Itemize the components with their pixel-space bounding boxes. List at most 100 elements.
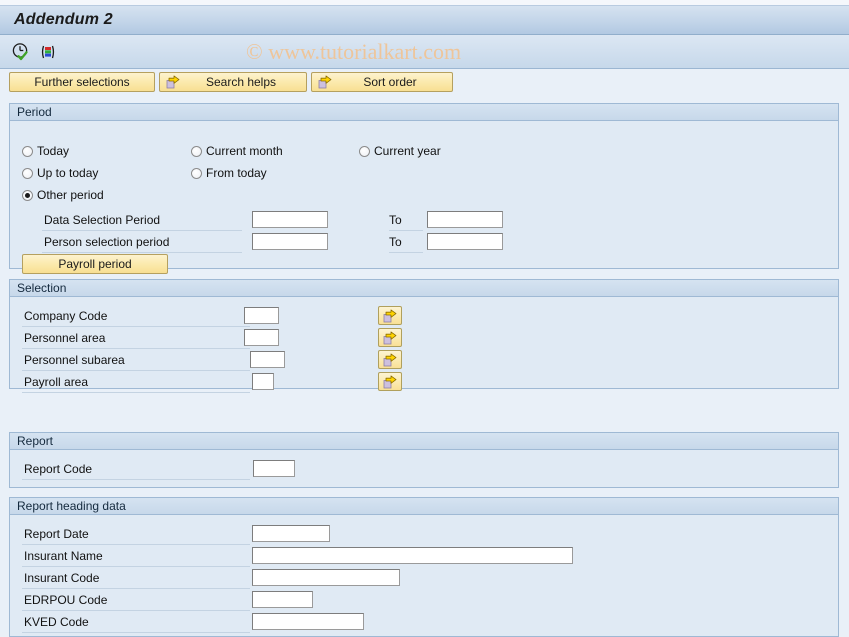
company-code-select-button[interactable] (378, 306, 402, 325)
kved-code-label: KVED Code (22, 611, 250, 633)
insurant-name-input[interactable] (252, 547, 573, 564)
report-heading-group-header: Report heading data (10, 498, 838, 515)
radio-current-year[interactable]: Current year (359, 143, 441, 159)
report-heading-group-body: Report Date Insurant Name Insurant Code … (10, 515, 838, 636)
radio-from-today-label: From today (206, 166, 267, 180)
report-date-row: Report Date (22, 523, 250, 545)
payroll-period-label: Payroll period (58, 257, 132, 271)
payroll-period-button[interactable]: Payroll period (22, 254, 168, 274)
report-code-label: Report Code (22, 458, 250, 480)
personnel-subarea-row: Personnel subarea (22, 349, 250, 371)
arrow-right-icon (383, 353, 397, 366)
selection-group-header: Selection (10, 280, 838, 297)
payroll-area-select-button[interactable] (378, 372, 402, 391)
report-group-title: Report (17, 434, 54, 448)
period-group-header: Period (10, 104, 838, 121)
sort-order-button[interactable]: Sort order (311, 72, 453, 92)
kved-code-row: KVED Code (22, 611, 250, 633)
period-group-title: Period (17, 105, 52, 119)
radio-dot (191, 145, 202, 157)
report-group: Report Report Code (9, 432, 839, 488)
application-toolbar: © www.tutorialkart.com (0, 35, 849, 69)
further-selections-button[interactable]: Further selections (9, 72, 155, 92)
radio-other-period[interactable]: Other period (22, 187, 104, 203)
clock-check-icon[interactable] (11, 42, 31, 62)
period-group: Period Today Current month Current year … (9, 103, 839, 274)
radio-up-to-today-label: Up to today (37, 166, 99, 180)
personnel-subarea-select-button[interactable] (378, 350, 402, 369)
further-selections-label: Further selections (34, 75, 130, 89)
personnel-area-select-button[interactable] (378, 328, 402, 347)
arrow-right-icon (166, 75, 180, 89)
payroll-area-label: Payroll area (22, 371, 250, 393)
radio-dot-selected (22, 189, 33, 201)
report-group-header: Report (10, 433, 838, 450)
personnel-area-input[interactable] (244, 329, 279, 346)
personnel-area-label: Personnel area (22, 327, 250, 349)
personnel-area-row: Personnel area (22, 327, 250, 349)
color-bars-icon[interactable] (38, 42, 58, 62)
company-code-row: Company Code (22, 305, 250, 327)
search-helps-label: Search helps (205, 75, 277, 89)
radio-other-period-label: Other period (37, 188, 104, 202)
radio-dot (359, 145, 370, 157)
insurant-code-row: Insurant Code (22, 567, 250, 589)
arrow-right-icon (383, 375, 397, 388)
radio-dot (191, 167, 202, 179)
sort-order-label: Sort order (363, 75, 417, 89)
radio-from-today[interactable]: From today (191, 165, 267, 181)
edrpou-code-label: EDRPOU Code (22, 589, 250, 611)
page-title: Addendum 2 (14, 11, 113, 28)
kved-code-input[interactable] (252, 613, 364, 630)
insurant-name-label: Insurant Name (22, 545, 250, 567)
report-date-input[interactable] (252, 525, 330, 542)
insurant-code-input[interactable] (252, 569, 400, 586)
payroll-area-input[interactable] (252, 373, 274, 390)
period-group-body: Today Current month Current year Up to t… (10, 121, 838, 274)
title-bar: Addendum 2 (0, 6, 849, 35)
edrpou-code-row: EDRPOU Code (22, 589, 250, 611)
arrow-right-icon (383, 331, 397, 344)
selection-group-title: Selection (17, 281, 67, 295)
radio-today[interactable]: Today (22, 143, 69, 159)
data-selection-period-to-label: To (389, 209, 423, 231)
insurant-code-label: Insurant Code (22, 567, 250, 589)
report-code-row: Report Code (22, 458, 250, 480)
arrow-right-icon (383, 309, 397, 322)
report-group-body: Report Code (10, 450, 838, 487)
arrow-right-icon (318, 75, 332, 89)
person-selection-period-from-input[interactable] (252, 233, 328, 250)
radio-dot (22, 145, 33, 157)
radio-dot (22, 167, 33, 179)
radio-current-month-label: Current month (206, 144, 283, 158)
radio-current-month[interactable]: Current month (191, 143, 283, 159)
person-selection-period-to-input[interactable] (427, 233, 503, 250)
data-selection-period-from-input[interactable] (252, 211, 328, 228)
data-selection-period-label: Data Selection Period (42, 209, 242, 231)
person-selection-period-row: Person selection period (42, 231, 242, 253)
payroll-area-row: Payroll area (22, 371, 250, 393)
radio-up-to-today[interactable]: Up to today (22, 165, 98, 181)
edrpou-code-input[interactable] (252, 591, 313, 608)
sap-selection-screen: Addendum 2 © www.tutorialkart.com Furthe… (0, 0, 849, 637)
radio-today-label: Today (37, 144, 70, 158)
report-heading-group-title: Report heading data (17, 499, 126, 513)
personnel-subarea-label: Personnel subarea (22, 349, 250, 371)
report-date-label: Report Date (22, 523, 250, 545)
watermark-text: © www.tutorialkart.com (246, 38, 462, 64)
selection-group-body: Company Code Personnel area Personnel su… (10, 297, 838, 393)
report-heading-group: Report heading data Report Date Insurant… (9, 497, 839, 637)
data-selection-period-to-input[interactable] (427, 211, 503, 228)
search-helps-button[interactable]: Search helps (159, 72, 307, 92)
selection-group: Selection Company Code Personnel area Pe… (9, 279, 839, 393)
report-code-input[interactable] (253, 460, 295, 477)
company-code-label: Company Code (22, 305, 250, 327)
selection-button-bar: Further selections Search helps Sort ord… (0, 69, 849, 94)
data-selection-period-row: Data Selection Period (42, 209, 242, 231)
person-selection-period-to-label: To (389, 231, 423, 253)
company-code-input[interactable] (244, 307, 279, 324)
personnel-subarea-input[interactable] (250, 351, 285, 368)
person-selection-period-label: Person selection period (42, 231, 242, 253)
radio-current-year-label: Current year (374, 144, 441, 158)
insurant-name-row: Insurant Name (22, 545, 250, 567)
